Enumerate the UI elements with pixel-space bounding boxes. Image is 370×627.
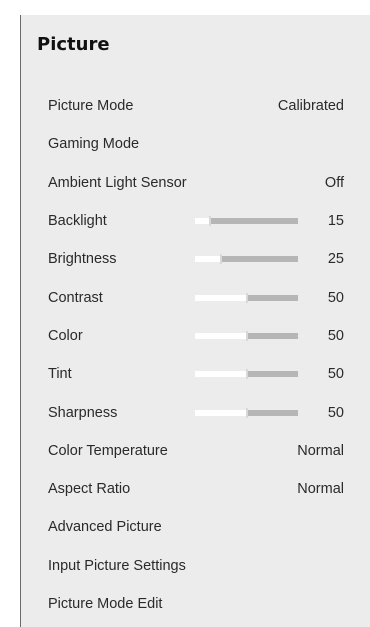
menu-item-backlight[interactable]: Backlight 15 (48, 202, 344, 240)
tint-slider[interactable] (195, 369, 298, 380)
item-label: Contrast (48, 289, 103, 306)
menu-item-color-temperature[interactable]: Color Temperature Normal (48, 432, 344, 470)
settings-menu: Picture Mode Calibrated Gaming Mode Ambi… (48, 87, 344, 623)
slider-handle[interactable] (246, 292, 248, 303)
slider-handle[interactable] (220, 254, 222, 265)
item-value: Normal (297, 481, 344, 498)
item-label: Advanced Picture (48, 519, 162, 536)
slider-handle[interactable] (246, 369, 248, 380)
item-value: Normal (297, 442, 344, 459)
menu-item-tint[interactable]: Tint 50 (48, 355, 344, 393)
item-label: Color Temperature (48, 442, 168, 459)
slider-fill (195, 294, 247, 301)
item-label: Tint (48, 366, 72, 383)
sharpness-slider[interactable] (195, 407, 298, 418)
item-label: Gaming Mode (48, 136, 140, 153)
item-value: 50 (327, 404, 344, 421)
picture-settings-panel: Picture Picture Mode Calibrated Gaming M… (20, 15, 370, 627)
slider-handle[interactable] (246, 330, 248, 341)
item-label: Aspect Ratio (48, 481, 131, 498)
brightness-slider[interactable] (195, 254, 298, 265)
item-label: Backlight (48, 213, 107, 230)
item-value: Calibrated (277, 98, 344, 115)
item-value: 15 (327, 213, 344, 230)
backlight-slider[interactable] (195, 216, 298, 227)
item-label: Sharpness (48, 404, 118, 421)
menu-item-picture-mode-edit[interactable]: Picture Mode Edit (48, 585, 344, 623)
color-slider[interactable] (195, 330, 298, 341)
menu-item-contrast[interactable]: Contrast 50 (48, 278, 344, 316)
item-label: Input Picture Settings (48, 557, 186, 574)
item-value: Off (324, 174, 344, 191)
slider-fill (195, 409, 247, 416)
menu-item-sharpness[interactable]: Sharpness 50 (48, 393, 344, 431)
slider-handle[interactable] (246, 407, 248, 418)
slider-fill (195, 256, 221, 263)
menu-item-input-picture-settings[interactable]: Input Picture Settings (48, 547, 344, 585)
panel-title: Picture (37, 34, 110, 55)
slider-handle[interactable] (209, 216, 211, 227)
menu-item-ambient-light-sensor[interactable]: Ambient Light Sensor Off (48, 164, 344, 202)
item-value: 50 (327, 366, 344, 383)
slider-fill (195, 218, 210, 225)
slider-fill (195, 332, 247, 339)
menu-item-brightness[interactable]: Brightness 25 (48, 240, 344, 278)
item-label: Ambient Light Sensor (48, 174, 187, 191)
contrast-slider[interactable] (195, 292, 298, 303)
menu-item-aspect-ratio[interactable]: Aspect Ratio Normal (48, 470, 344, 508)
menu-item-gaming-mode[interactable]: Gaming Mode (48, 125, 344, 163)
menu-item-picture-mode[interactable]: Picture Mode Calibrated (48, 87, 344, 125)
item-value: 50 (327, 289, 344, 306)
item-value: 25 (327, 251, 344, 268)
menu-item-color[interactable]: Color 50 (48, 317, 344, 355)
item-label: Picture Mode (48, 98, 134, 115)
menu-item-advanced-picture[interactable]: Advanced Picture (48, 508, 344, 546)
item-label: Picture Mode Edit (48, 596, 163, 612)
item-label: Brightness (48, 251, 117, 268)
item-label: Color (48, 327, 83, 344)
item-value: 50 (327, 327, 344, 344)
slider-fill (195, 371, 247, 378)
